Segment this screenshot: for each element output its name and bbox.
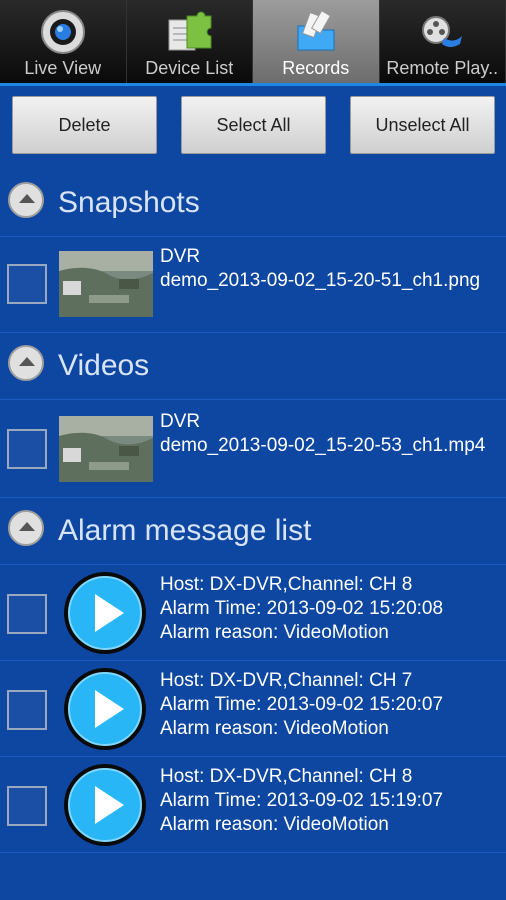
checkbox[interactable] [7, 786, 47, 826]
alarm-reason: Alarm reason: VideoMotion [160, 814, 389, 835]
delete-button[interactable]: Delete [12, 96, 157, 154]
checkbox[interactable] [7, 690, 47, 730]
tab-device-list[interactable]: Device List [126, 0, 253, 83]
alarm-details: Host: DX-DVR,Channel: CH 8 Alarm Time: 2… [160, 765, 443, 837]
list-item-snapshot[interactable]: DVR demo_2013-09-02_15-20-51_ch1.png [0, 237, 506, 333]
file-source: DVR [160, 411, 201, 432]
file-title: demo_2013-09-02_15-20-51_ch1.png [160, 270, 481, 291]
file-name: DVR demo_2013-09-02_15-20-53_ch1.mp4 [160, 410, 500, 458]
select-all-button[interactable]: Select All [181, 96, 326, 154]
alarm-reason: Alarm reason: VideoMotion [160, 718, 389, 739]
collapse-arrow-icon[interactable] [8, 510, 44, 546]
collapse-arrow-icon[interactable] [8, 182, 44, 218]
alarm-time: Alarm Time: 2013-09-02 15:19:07 [160, 790, 444, 811]
tab-label: Device List [145, 58, 234, 78]
puzzle-device-icon [168, 11, 212, 51]
alarm-host: Host: DX-DVR,Channel: CH 8 [160, 766, 413, 787]
tab-label: Remote Play.. [386, 58, 499, 78]
unselect-all-button[interactable]: Unselect All [350, 96, 495, 154]
checkbox[interactable] [7, 594, 47, 634]
checkbox[interactable] [7, 264, 47, 304]
play-icon[interactable] [62, 570, 148, 656]
play-icon[interactable] [62, 762, 148, 848]
alarm-details: Host: DX-DVR,Channel: CH 8 Alarm Time: 2… [160, 573, 443, 645]
list-item-alarm[interactable]: Host: DX-DVR,Channel: CH 8 Alarm Time: 2… [0, 757, 506, 853]
collapse-arrow-icon[interactable] [8, 345, 44, 381]
section-snapshots[interactable]: Snapshots [0, 170, 506, 237]
section-title: Snapshots [58, 186, 200, 219]
alarm-time: Alarm Time: 2013-09-02 15:20:07 [160, 694, 444, 715]
file-name: DVR demo_2013-09-02_15-20-51_ch1.png [160, 245, 500, 293]
alarm-details: Host: DX-DVR,Channel: CH 7 Alarm Time: 2… [160, 669, 443, 741]
tab-live-view[interactable]: Live View [0, 0, 127, 83]
alarm-time: Alarm Time: 2013-09-02 15:20:08 [160, 598, 444, 619]
action-button-row: Delete Select All Unselect All [0, 96, 506, 156]
alarm-host: Host: DX-DVR,Channel: CH 8 [160, 574, 413, 595]
list-item-alarm[interactable]: Host: DX-DVR,Channel: CH 7 Alarm Time: 2… [0, 661, 506, 757]
video-thumbnail [59, 416, 153, 482]
camera-lens-icon [40, 10, 85, 54]
section-title: Videos [58, 349, 150, 382]
tab-bar: Live View Device List Records Remote Pla… [0, 0, 506, 86]
section-alarm-messages[interactable]: Alarm message list [0, 498, 506, 565]
list-item-alarm[interactable]: Host: DX-DVR,Channel: CH 8 Alarm Time: 2… [0, 565, 506, 661]
section-title: Alarm message list [58, 514, 312, 547]
tab-records[interactable]: Records [253, 0, 380, 83]
section-videos[interactable]: Videos [0, 333, 506, 400]
film-reel-icon [422, 16, 463, 47]
play-icon[interactable] [62, 666, 148, 752]
tab-label: Records [282, 58, 350, 78]
snapshot-thumbnail [59, 251, 153, 317]
tab-remote-play[interactable]: Remote Play.. [379, 0, 506, 83]
tab-label: Live View [24, 58, 102, 78]
alarm-reason: Alarm reason: VideoMotion [160, 622, 389, 643]
list-item-video[interactable]: DVR demo_2013-09-02_15-20-53_ch1.mp4 [0, 400, 506, 498]
file-source: DVR [160, 246, 201, 267]
folder-record-icon [297, 10, 335, 51]
file-title: demo_2013-09-02_15-20-53_ch1.mp4 [160, 435, 486, 456]
alarm-host: Host: DX-DVR,Channel: CH 7 [160, 670, 413, 691]
checkbox[interactable] [7, 429, 47, 469]
